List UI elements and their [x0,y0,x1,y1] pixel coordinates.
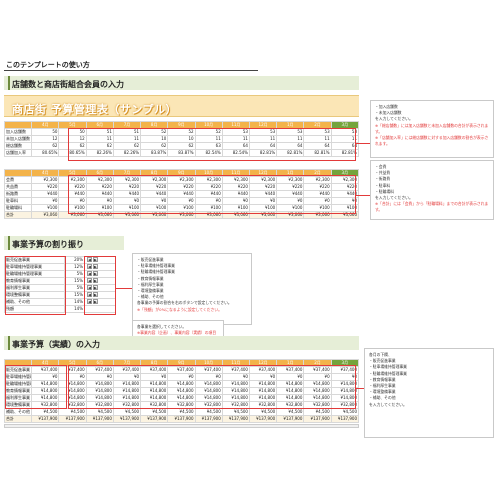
value-cell[interactable]: ¥4,500 [167,408,196,416]
note-line: ※「店舗加入率」には総店舗数に対する加入店舗数の割合が表示されます。 [375,135,489,147]
allocation-value: 15% [64,277,85,285]
sheet-banner: 商店街 予算管理表（サンプル） [4,95,359,117]
value-cell[interactable]: ¥4,500 [276,408,305,416]
value-cell[interactable]: ¥4,500 [140,408,169,416]
row-label: 街路費 [3,190,33,198]
connector [116,288,132,289]
table-row: 補助、その他 ¥4,500 ¥4,500 ¥4,500 ¥4,500 ¥4,500 ¥4,5… [3,408,360,416]
budget-value-highlight [68,365,356,409]
fee-highlight [68,175,356,214]
row-label: 会費 [3,176,33,184]
month-header: 4月 [31,121,60,129]
banner-title: 商店街 予算管理表（サンプル） [12,103,177,116]
note-line: ※「残額」が0%になるように設定してください。 [137,306,222,312]
allocation-value: 14% [64,298,85,306]
section2-label: 事業予算の割り振り [12,240,84,249]
value-cell[interactable]: ¥440 [31,190,60,198]
row-label: 店舗加入率 [3,149,33,157]
value-cell[interactable]: ¥4,500 [58,408,87,416]
value-cell: ¥137,900 [248,415,278,423]
allocation-value: 12% [64,263,85,271]
row-label: 合計 [3,211,33,219]
value-cell[interactable]: ¥4,500 [112,408,142,416]
allocation-value: 5% [64,270,85,278]
table-row: 合計 ¥137,900 ¥137,900 ¥137,900 ¥137,900 ¥137,9… [3,415,360,423]
value-cell[interactable]: ¥100 [31,204,60,212]
row-label: 共益費 [3,183,33,191]
connector [356,195,370,196]
value-cell[interactable]: ¥4,500 [248,408,278,416]
value-cell: ¥137,900 [276,415,305,423]
month-header: 4月 [31,169,60,177]
value-cell: ¥3,060 [31,211,60,219]
row-label: 合計 [3,415,33,423]
note-allocation: ・販売促進事業 ・駐車場維持管理事業 ・駐輪場維持管理事業 ・教育情報事業 ・福利厚生事… [132,253,252,325]
title-divider [4,70,258,71]
note-fees: ・会費 ・共益費 ・街路費 ・駐車料 ・駐輪場料 を入力してください。 ※「合計」には「会費… [370,160,494,220]
allocation-value: 14% [64,305,85,313]
note-budget: 各月の下欄、 ・販売促進事業 ・駐車場維持管理事業 ・駐輪場維持管理事業 ・教育情報事業… [364,348,494,438]
value-cell[interactable]: ¥4,500 [31,408,60,416]
value-cell[interactable]: 80.65% [31,149,60,157]
section3-label: 事業予算（実績）の入力 [12,340,100,349]
value-cell[interactable]: 50 [31,128,60,136]
value-cell: ¥137,900 [330,415,360,423]
note-line: ※「合計」には「会費」から「駐輪場料」までの合計が表示されます。 [375,201,489,213]
section1-band: 店舗数と商店街組合会員の入力 [4,76,359,90]
row-label: 補助、その他 [3,408,33,416]
corner-cell [3,169,33,177]
value-cell[interactable]: ¥4,500 [221,408,250,416]
note-line: 各事業の予算の割合を右のボタンで設定してください。 [137,300,232,306]
page-title: このテンプレートの使い方 [6,61,90,69]
connector [356,388,364,389]
value-cell[interactable]: 12 [31,135,60,143]
section2-band: 事業予算の割り振り [4,236,124,250]
band-accent [8,76,10,90]
value-cell: ¥137,900 [31,415,60,423]
section3-band: 事業予算（実績）の入力 [4,336,359,350]
value-cell[interactable]: 62 [31,142,60,150]
value-cell: ¥137,900 [221,415,250,423]
allocation-label-highlight [5,256,66,315]
value-cell: ¥137,900 [85,415,114,423]
allocation-value: 5% [64,284,85,292]
value-cell: ¥137,900 [112,415,142,423]
value-cell[interactable]: ¥4,500 [194,408,223,416]
value-cell: ¥137,900 [140,415,169,423]
row-label: 駐車料 [3,197,33,205]
note-line: ※「総店舗数」には加入店舗数と未加入店舗数の合計が表示されます。 [375,122,489,134]
allocation-value: 20% [64,256,85,264]
allocation-button-highlight [84,256,116,315]
section1-label: 店舗数と商店街組合会員の入力 [12,80,124,89]
value-cell[interactable]: ¥4,500 [85,408,114,416]
value-cell[interactable]: ¥2,300 [31,176,60,184]
row-label: 総店舗数 [3,142,33,150]
note-line: を入力してください。 [369,401,407,407]
value-cell[interactable]: ¥4,500 [303,408,332,416]
note-store-count: ・加入店舗数 ・未加入店舗数 を入力してください。 ※「総店舗数」には加入店舗数と未加… [370,100,494,158]
budget-label-highlight [5,365,67,409]
horizontal-scrollbar[interactable] [4,424,359,428]
row-label: 未加入店舗数 [3,135,33,143]
corner-cell [3,121,33,129]
value-cell[interactable]: ¥4,500 [330,408,360,416]
value-cell[interactable]: ¥0 [31,197,60,205]
value-cell: ¥137,900 [303,415,332,423]
connector [356,143,370,144]
value-cell: ¥137,900 [167,415,196,423]
row-label: 加入店舗数 [3,128,33,136]
row-label: 駐輪場料 [3,204,33,212]
allocation-value: 15% [64,291,85,299]
value-cell: ¥137,900 [58,415,87,423]
band-accent [8,336,10,350]
value-cell[interactable]: ¥220 [31,183,60,191]
band-accent [8,236,10,250]
store-count-highlight [68,128,356,161]
value-cell: ¥137,900 [194,415,223,423]
